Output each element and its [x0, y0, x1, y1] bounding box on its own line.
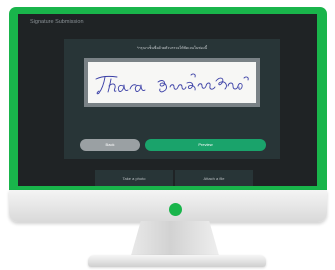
monitor-stand-neck [130, 221, 220, 259]
monitor-chin [9, 190, 327, 222]
power-indicator-icon [169, 203, 182, 216]
monitor-illustration: Signature Submission *กรุณาเซ็นชื่อด้วยต… [0, 0, 335, 270]
monitor-screen: Signature Submission *กรุณาเซ็นชื่อด้วยต… [18, 14, 317, 186]
signature-preview-dialog: *กรุณาเซ็นชื่อด้วยตัวบรรจงให้ชัดเจนในช่อ… [64, 39, 280, 159]
page-title: Signature Submission [30, 19, 84, 25]
signature-image [88, 62, 256, 103]
signature-instruction: *กรุณาเซ็นชื่อด้วยตัวบรรจงให้ชัดเจนในช่อ… [136, 46, 208, 50]
monitor-stand-base [88, 255, 266, 267]
back-button[interactable]: Back [80, 139, 140, 151]
take-photo-button[interactable]: Take a photo [95, 170, 173, 186]
handwritten-signature [95, 73, 249, 95]
attach-file-button[interactable]: Attach a file [175, 170, 253, 186]
preview-button[interactable]: Preview [145, 139, 266, 151]
signature-frame [84, 58, 260, 107]
